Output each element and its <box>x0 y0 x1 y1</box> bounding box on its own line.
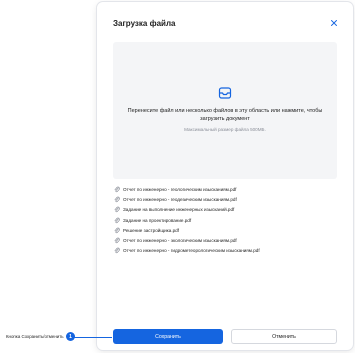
close-button[interactable] <box>329 18 339 28</box>
file-name: Отчет по инженерно - гидрометеорологичес… <box>123 248 260 254</box>
callout-label: Кнопка Сохранить/отменить <box>6 334 64 339</box>
dropzone-size-limit: Максимальный размер файла 500МБ. <box>184 127 266 132</box>
file-list: Отчет по инженерно - геологическим изыск… <box>114 184 344 256</box>
close-icon <box>331 20 337 26</box>
dropzone-instructions: Перенесите файл или несколько файлов в э… <box>127 108 323 122</box>
file-name: Отчет по инженерно - геодезическим изыск… <box>123 196 237 202</box>
file-dropzone[interactable]: Перенесите файл или несколько файлов в э… <box>113 42 337 179</box>
file-item[interactable]: Отчет по инженерно - экологическим изыск… <box>114 235 344 245</box>
file-name: Отчет по инженерно - экологическим изыск… <box>123 238 237 244</box>
file-name: Задание на проектирование.pdf <box>123 217 192 223</box>
cancel-button[interactable]: Отменить <box>231 329 337 344</box>
paperclip-icon <box>114 196 120 203</box>
inbox-upload-icon <box>218 87 232 99</box>
paperclip-icon <box>114 217 120 223</box>
file-item[interactable]: Отчет по инженерно - геологическим изыск… <box>114 184 344 194</box>
file-name: Задание на выполнение инженерных изыскан… <box>123 207 235 213</box>
file-item[interactable]: Задание на выполнение инженерных изыскан… <box>114 205 344 215</box>
file-item[interactable]: Отчет по инженерно - гидрометеорологичес… <box>114 246 344 256</box>
paperclip-icon <box>114 248 120 254</box>
paperclip-icon <box>114 186 120 192</box>
file-item[interactable]: Решение застройщика.pdf <box>114 225 344 235</box>
paperclip-icon <box>114 237 120 244</box>
file-item[interactable]: Задание на проектирование.pdf <box>114 215 344 225</box>
file-name: Отчет по инженерно - геологическим изыск… <box>123 186 237 192</box>
paperclip-icon <box>114 206 120 213</box>
file-item[interactable]: Отчет по инженерно - геодезическим изыск… <box>114 194 344 204</box>
callout-line <box>72 336 112 338</box>
callout-number-badge: 1 <box>66 332 75 341</box>
save-button[interactable]: Сохранить <box>113 329 223 344</box>
upload-file-modal: Загрузка файла Перенесите файл или неско… <box>97 2 353 350</box>
file-name: Решение застройщика.pdf <box>123 227 180 233</box>
modal-title: Загрузка файла <box>113 19 176 28</box>
paperclip-icon <box>114 227 120 233</box>
